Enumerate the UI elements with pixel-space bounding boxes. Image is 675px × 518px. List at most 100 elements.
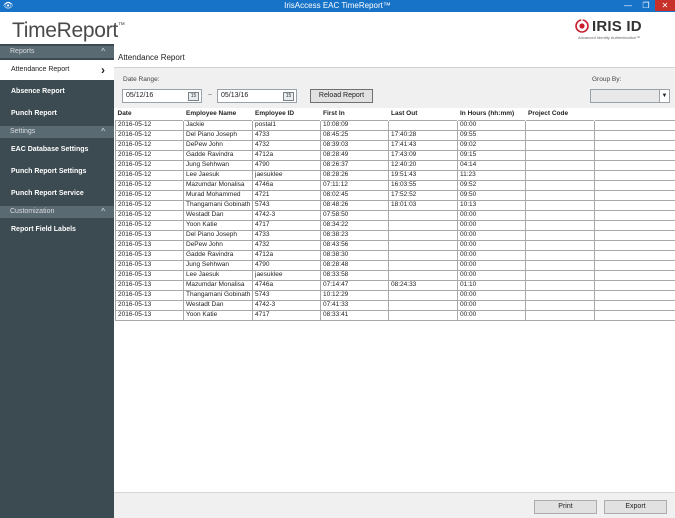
sidebar-item-absence-report[interactable]: Absence Report	[0, 82, 114, 102]
table-cell: 4746a	[252, 179, 321, 191]
sidebar-section-customization[interactable]: Customization ^	[0, 206, 114, 218]
column-header[interactable]: Date	[115, 108, 184, 120]
table-cell	[525, 159, 595, 171]
end-date-picker[interactable]: 05/13/16 15	[217, 89, 297, 103]
table-cell: 10:12:29	[320, 289, 389, 301]
chevron-up-icon[interactable]: ^	[101, 46, 105, 58]
calendar-icon[interactable]: 15	[283, 92, 294, 101]
table-row[interactable]: 2016-05-13 Thangamani Gobinath 5743 10:12:2…	[115, 289, 675, 301]
chevron-up-icon[interactable]: ^	[101, 206, 105, 218]
table-row[interactable]: 2016-05-12 DePew John 4732 08:39:03 17:41:43…	[115, 139, 675, 151]
table-cell: 4790	[252, 259, 321, 271]
start-date-picker[interactable]: 05/12/16 15	[122, 89, 202, 103]
sidebar-item-report-field-labels[interactable]: Report Field Labels	[0, 220, 114, 240]
table-row[interactable]: 2016-05-12 Gadde Ravindra 4712a 08:28:49 17:…	[115, 149, 675, 161]
calendar-icon[interactable]: 15	[188, 92, 199, 101]
dropdown-arrow-icon[interactable]: ▼	[659, 90, 669, 102]
column-header[interactable]: Employee ID	[252, 108, 321, 120]
table-cell	[594, 269, 675, 281]
print-button[interactable]: Print	[534, 500, 597, 514]
window-title: IrisAccess EAC TimeReport™	[284, 1, 391, 10]
table-cell: 2016-05-12	[115, 199, 184, 211]
table-row[interactable]: 2016-05-13 Lee Jaesuk jaesuklee 08:33:58 00:…	[115, 269, 675, 281]
table-row[interactable]: 2016-05-13 Del Piano Joseph 4733 08:38:23 00…	[115, 229, 675, 241]
table-cell	[594, 169, 675, 181]
group-by-select[interactable]: ▼	[590, 89, 670, 103]
table-row[interactable]: 2016-05-12 Jackie postal1 10:08:09 00:00	[115, 119, 675, 131]
attendance-table: Date Employee Name Employee ID First In …	[115, 108, 675, 321]
table-cell	[388, 259, 458, 271]
table-row[interactable]: 2016-05-13 Mazumdar Monalisa 4746a 07:14:47…	[115, 279, 675, 291]
sidebar-item-punch-report[interactable]: Punch Report	[0, 104, 114, 124]
table-cell: 08:39:03	[320, 139, 389, 151]
reload-report-button[interactable]: Reload Report	[310, 89, 373, 103]
table-cell	[388, 309, 458, 321]
brand-tagline: Advanced Identity Authentication™	[578, 35, 641, 40]
column-header[interactable]	[594, 108, 675, 120]
column-header[interactable]: Project Code	[525, 108, 595, 120]
table-cell: 4721	[252, 189, 321, 201]
table-row[interactable]: 2016-05-12 Del Piano Joseph 4733 08:45:25 17…	[115, 129, 675, 141]
table-row[interactable]: 2016-05-12 Yoon Katie 4717 08:34:22 00:00	[115, 219, 675, 231]
sidebar-section-reports[interactable]: Reports ^	[0, 46, 114, 58]
column-header[interactable]: Employee Name	[183, 108, 253, 120]
table-row[interactable]: 2016-05-12 Westadt Dan 4742-3 07:58:50 00:00	[115, 209, 675, 221]
table-cell	[525, 239, 595, 251]
table-cell: 10:13	[457, 199, 526, 211]
table-cell: 00:00	[457, 299, 526, 311]
table-row[interactable]: 2016-05-13 DePew John 4732 08:43:56 00:00	[115, 239, 675, 251]
maximize-button[interactable]: ❐	[637, 0, 655, 11]
table-cell: 09:02	[457, 139, 526, 151]
table-cell: 17:52:52	[388, 189, 458, 201]
close-button[interactable]: ✕	[655, 0, 675, 11]
table-cell	[594, 129, 675, 141]
table-cell	[525, 249, 595, 261]
table-cell: 17:43:09	[388, 149, 458, 161]
table-cell: 08:02:45	[320, 189, 389, 201]
table-cell: Gadde Ravindra	[183, 249, 253, 261]
chevron-up-icon[interactable]: ^	[101, 126, 105, 138]
table-cell: 2016-05-12	[115, 169, 184, 181]
table-row[interactable]: 2016-05-12 Lee Jaesuk jaesuklee 08:28:26 19:…	[115, 169, 675, 181]
table-cell	[388, 249, 458, 261]
sidebar-item-attendance-report[interactable]: Attendance Report ›	[0, 60, 114, 80]
column-header[interactable]: In Hours (hh:mm)	[457, 108, 526, 120]
table-row[interactable]: 2016-05-12 Jung Sehhwan 4790 08:26:37 12:40:…	[115, 159, 675, 171]
table-cell: 2016-05-13	[115, 249, 184, 261]
sidebar-item-eac-database-settings[interactable]: EAC Database Settings	[0, 140, 114, 160]
table-cell	[594, 219, 675, 231]
table-cell	[388, 269, 458, 281]
table-row[interactable]: 2016-05-13 Yoon Katie 4717 08:33:41 00:00	[115, 309, 675, 321]
table-row[interactable]: 2016-05-12 Thangamani Gobinath 5743 08:48:2…	[115, 199, 675, 211]
sidebar-section-settings[interactable]: Settings ^	[0, 126, 114, 138]
table-cell: 2016-05-13	[115, 239, 184, 251]
table-cell: 2016-05-13	[115, 309, 184, 321]
table-row[interactable]: 2016-05-13 Jung Sehhwan 4790 08:28:48 00:00	[115, 259, 675, 271]
table-cell: 08:48:26	[320, 199, 389, 211]
column-header[interactable]: Last Out	[388, 108, 458, 120]
table-cell: Lee Jaesuk	[183, 169, 253, 181]
sidebar-item-punch-report-service[interactable]: Punch Report Service	[0, 184, 114, 204]
table-row[interactable]: 2016-05-13 Gadde Ravindra 4712a 08:38:30 00:…	[115, 249, 675, 261]
table-cell	[525, 199, 595, 211]
table-cell: 5743	[252, 289, 321, 301]
table-row[interactable]: 2016-05-12 Mazumdar Monalisa 4746a 07:11:12…	[115, 179, 675, 191]
table-row[interactable]: 2016-05-12 Murad Mohammed 4721 08:02:45 17:5…	[115, 189, 675, 201]
table-cell	[525, 169, 595, 181]
table-cell	[594, 259, 675, 271]
table-cell	[388, 209, 458, 221]
table-cell: 4746a	[252, 279, 321, 291]
brand-name: IRIS ID	[592, 18, 642, 35]
table-cell: 09:55	[457, 129, 526, 141]
timereport-logo-text: TimeReport	[12, 19, 118, 42]
table-cell: 2016-05-12	[115, 209, 184, 221]
group-by-label: Group By:	[592, 76, 622, 83]
table-row[interactable]: 2016-05-13 Westadt Dan 4742-3 07:41:33 00:00	[115, 299, 675, 311]
column-header[interactable]: First In	[320, 108, 389, 120]
minimize-button[interactable]: —	[619, 0, 637, 11]
sidebar-item-punch-report-settings[interactable]: Punch Report Settings	[0, 162, 114, 182]
window-titlebar[interactable]: 👁 IrisAccess EAC TimeReport™ — ❐ ✕	[0, 0, 675, 12]
export-button[interactable]: Export	[604, 500, 667, 514]
table-cell	[525, 119, 595, 131]
sidebar-item-label: Punch Report Settings	[11, 168, 87, 175]
